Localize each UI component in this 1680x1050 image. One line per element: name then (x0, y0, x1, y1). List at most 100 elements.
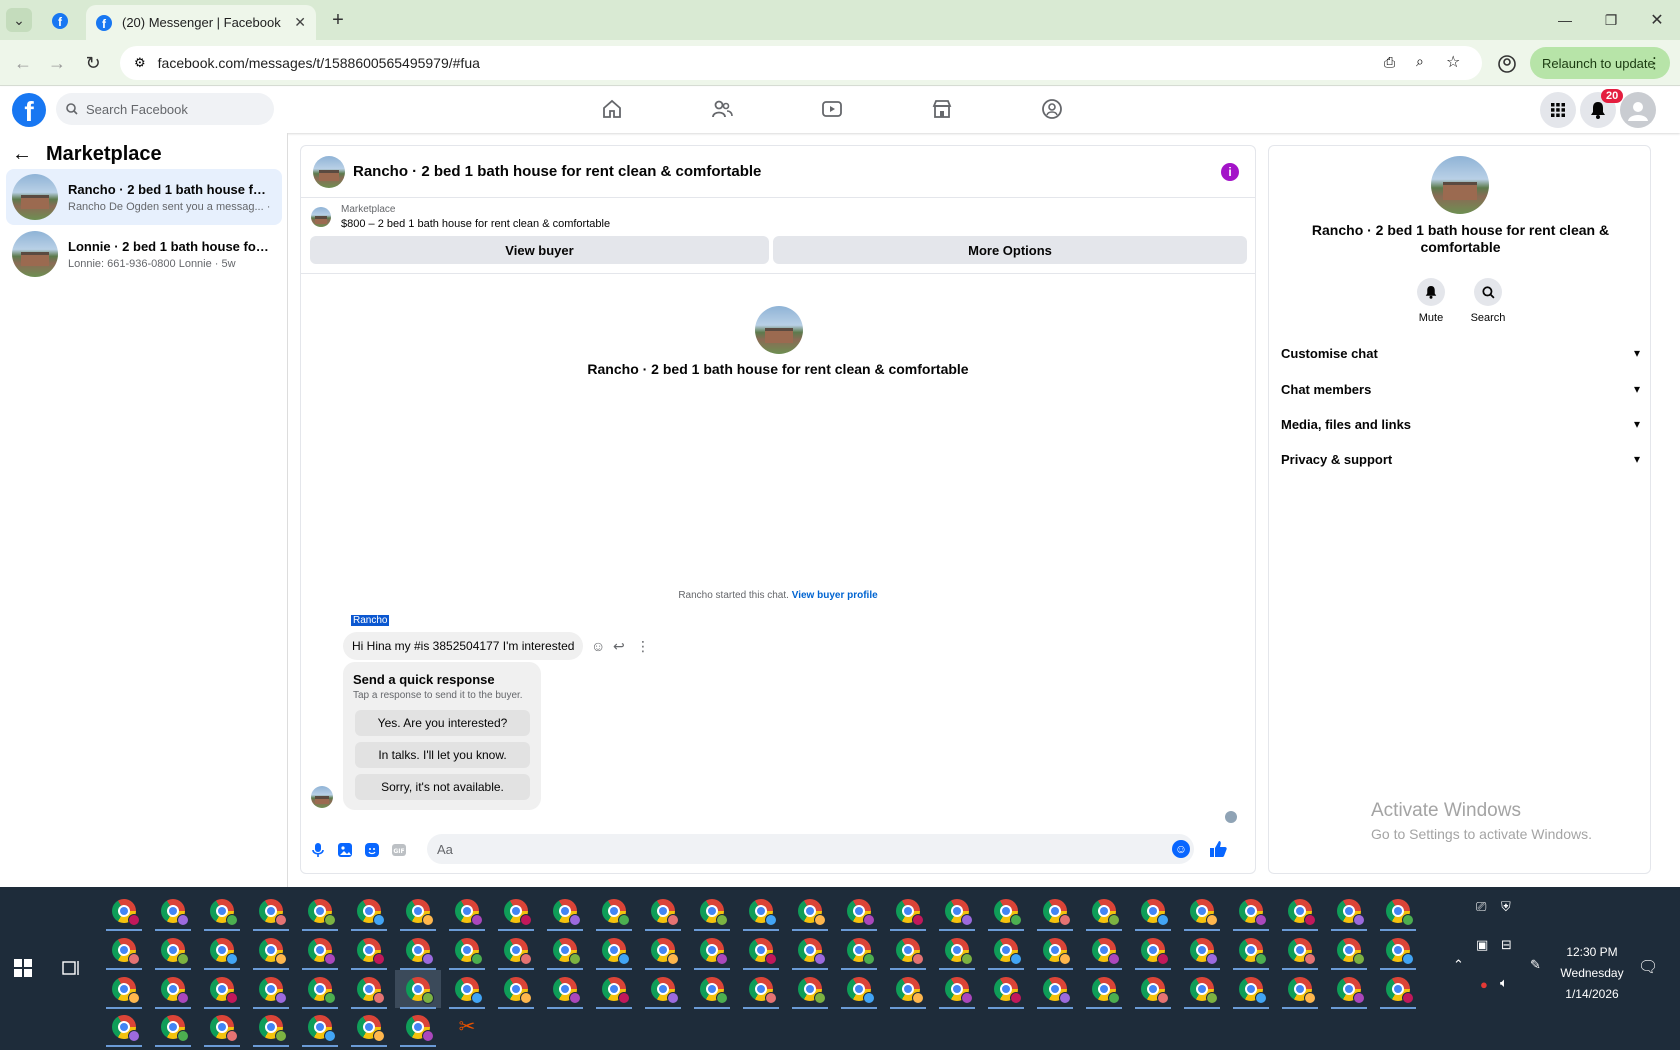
listing-summary[interactable]: Marketplace $800 – 2 bed 1 bath house fo… (311, 204, 610, 230)
chrome-profile-icon[interactable] (847, 938, 875, 965)
display-icon[interactable]: ⊟ (1501, 937, 1512, 953)
chrome-profile-icon[interactable] (700, 938, 728, 965)
quick-response-option[interactable]: Yes. Are you interested? (355, 710, 530, 736)
chrome-profile-icon[interactable] (1190, 977, 1218, 1004)
chrome-profile-icon[interactable] (161, 977, 189, 1004)
chrome-profile-icon[interactable] (1092, 899, 1120, 926)
chrome-profile-icon[interactable] (210, 938, 238, 965)
chrome-profile-icon[interactable] (847, 977, 875, 1004)
close-tab-icon[interactable]: ✕ (294, 14, 306, 31)
chrome-profile-icon[interactable] (798, 899, 826, 926)
zoom-icon[interactable]: ⌕ (1416, 53, 1424, 70)
chrome-profile-icon[interactable] (945, 938, 973, 965)
minimize-button[interactable]: — (1545, 8, 1585, 32)
menu-grid-button[interactable] (1540, 92, 1576, 128)
react-icon[interactable]: ☺ (591, 638, 605, 654)
more-vertical-icon[interactable]: ⋮ (636, 638, 650, 655)
chrome-profile-icon[interactable] (455, 899, 483, 926)
more-vertical-icon[interactable]: ⋮ (1647, 54, 1662, 72)
chrome-profile-icon[interactable] (651, 938, 679, 965)
chrome-profile-icon[interactable] (896, 977, 924, 1004)
chrome-profile-icon[interactable] (553, 938, 581, 965)
close-window-button[interactable]: ✕ (1637, 8, 1677, 32)
chrome-profile-icon[interactable] (1141, 899, 1169, 926)
chrome-profile-icon[interactable] (1337, 938, 1365, 965)
active-tab[interactable]: f (20) Messenger | Facebook ✕ (86, 5, 316, 40)
back-arrow-icon[interactable]: ← (12, 143, 32, 166)
view-buyer-profile-link[interactable]: View buyer profile (792, 590, 878, 601)
chrome-profile-icon[interactable] (1239, 899, 1267, 926)
address-bar[interactable]: ⚙ facebook.com/messages/t/15886005654959… (120, 46, 1482, 80)
chrome-profile-icon[interactable] (1288, 938, 1316, 965)
chrome-profile-icon[interactable] (161, 938, 189, 965)
chrome-profile-icon[interactable] (455, 938, 483, 965)
install-app-icon[interactable]: ⎙ (1384, 54, 1395, 71)
chrome-profile-icon[interactable] (700, 899, 728, 926)
chrome-profile-icon[interactable] (504, 977, 532, 1004)
chrome-profile-icon[interactable] (945, 977, 973, 1004)
search-in-chat-button[interactable]: Search (1463, 278, 1513, 324)
restore-button[interactable]: ❐ (1591, 8, 1631, 32)
chrome-profile-icon[interactable] (602, 899, 630, 926)
forward-button[interactable]: → (44, 50, 70, 76)
chrome-profile-icon[interactable] (259, 899, 287, 926)
chrome-profile-icon[interactable] (1386, 899, 1414, 926)
site-info-icon[interactable]: ⚙ (134, 55, 146, 71)
reply-icon[interactable]: ↩ (613, 638, 625, 655)
chrome-profile-icon[interactable] (1337, 977, 1365, 1004)
nav-friends-button[interactable] (707, 95, 737, 123)
sticker-icon[interactable] (363, 841, 381, 859)
thumbs-up-icon[interactable] (1207, 838, 1229, 860)
media-files-links-row[interactable]: Media, files and links ▾ (1281, 410, 1640, 438)
security-shield-icon[interactable]: ⛨ (1501, 899, 1511, 915)
emoji-icon[interactable]: ☺ (1172, 840, 1190, 858)
quick-response-option[interactable]: In talks. I'll let you know. (355, 742, 530, 768)
chrome-profile-icon[interactable] (749, 899, 777, 926)
chrome-profile-icon[interactable] (406, 977, 434, 1004)
nav-groups-button[interactable] (1037, 95, 1067, 123)
chrome-profile-icon[interactable] (1092, 977, 1120, 1004)
chrome-profile-icon[interactable] (112, 938, 140, 965)
chrome-profile-icon[interactable] (1386, 977, 1414, 1004)
reload-button[interactable]: ↻ (80, 50, 106, 76)
system-clock[interactable]: 12:30 PM Wednesday 1/14/2026 (1552, 942, 1632, 1005)
inactive-tab-facebook[interactable]: f (46, 10, 74, 32)
pen-icon[interactable]: ✎ (1530, 957, 1541, 973)
gif-icon[interactable]: GIF (390, 841, 408, 859)
chrome-profile-icon[interactable] (994, 899, 1022, 926)
chrome-profile-icon[interactable] (700, 977, 728, 1004)
chrome-profile-icon[interactable] (357, 977, 385, 1004)
chrome-profile-icon[interactable] (602, 977, 630, 1004)
chrome-profile-icon[interactable] (504, 938, 532, 965)
conversation-item-lonnie[interactable]: Lonnie · 2 bed 1 bath house for re... Lo… (6, 226, 282, 282)
chrome-profile-icon[interactable] (1043, 977, 1071, 1004)
nav-home-button[interactable] (597, 95, 627, 123)
tab-search-button[interactable]: ⌄ (6, 8, 32, 32)
chrome-profile-icon[interactable] (1239, 977, 1267, 1004)
chrome-profile-icon[interactable] (308, 938, 336, 965)
chrome-profile-icon[interactable] (1141, 938, 1169, 965)
chrome-profile-icon[interactable] (1239, 938, 1267, 965)
chrome-profile-icon[interactable] (308, 899, 336, 926)
chrome-profile-icon[interactable] (651, 977, 679, 1004)
chrome-profile-icon[interactable] (259, 977, 287, 1004)
bookmark-star-icon[interactable]: ☆ (1446, 52, 1460, 72)
chrome-profile-icon[interactable] (406, 899, 434, 926)
meet-now-icon[interactable]: ⎚ (1476, 899, 1486, 915)
profile-button[interactable] (1494, 51, 1520, 77)
notification-center-icon[interactable]: 🗨︎ (1638, 957, 1658, 977)
chat-title[interactable]: Rancho · 2 bed 1 bath house for rent cle… (353, 163, 761, 180)
chrome-profile-icon[interactable] (259, 938, 287, 965)
chrome-profile-icon[interactable] (798, 977, 826, 1004)
chrome-profile-icon[interactable] (455, 977, 483, 1004)
chrome-profile-icon[interactable] (798, 938, 826, 965)
chrome-profile-icon[interactable] (308, 977, 336, 1004)
chrome-profile-icon[interactable] (504, 899, 532, 926)
conversation-item-rancho[interactable]: Rancho · 2 bed 1 bath house for re... Ra… (6, 169, 282, 225)
quick-response-option[interactable]: Sorry, it's not available. (355, 774, 530, 800)
chrome-profile-icon[interactable] (357, 938, 385, 965)
snipping-tool-icon[interactable]: ✂ (455, 1015, 479, 1039)
chrome-profile-icon[interactable] (945, 899, 973, 926)
facebook-search-input[interactable]: Search Facebook (56, 93, 274, 125)
chrome-profile-icon[interactable] (749, 977, 777, 1004)
